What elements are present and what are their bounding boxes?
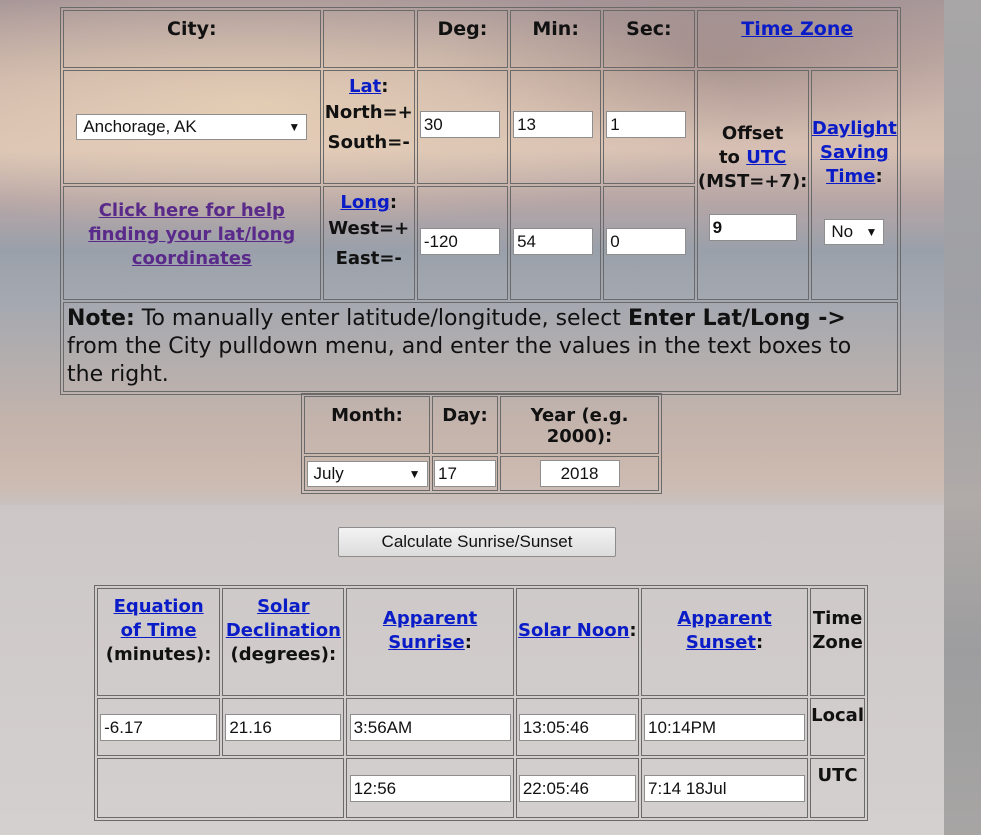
day-header: Day: [432,396,498,454]
lat-min-cell: 13 [510,70,602,184]
sec-header: Sec: [603,10,695,68]
year-input[interactable]: 2018 [539,460,620,487]
min-header: Min: [510,10,602,68]
month-header: Month: [304,396,430,454]
location-table: City: Deg: Min: Sec: Time Zone Anchorage… [60,7,901,395]
sunrise-utc-cell: 12:56 [346,758,514,818]
sunrise-local-output[interactable]: 3:56AM [349,713,511,741]
sunrise-header: Apparent Sunrise: [346,588,514,696]
timezone-col-header: Time Zone [810,588,865,696]
help-cell: Click here for help finding your lat/lon… [63,186,321,300]
saving-link[interactable]: Saving [820,142,889,163]
eot-header: Equation of Time (minutes): [97,588,221,696]
timezone-header: Time Zone [696,10,898,68]
offset-input[interactable]: 9 [708,213,797,241]
lat-min-input[interactable]: 13 [513,111,594,138]
city-header: City: [63,10,321,68]
dropdown-arrow-icon: ▼ [865,225,878,239]
daylight-link[interactable]: Daylight [812,118,897,139]
utc-link[interactable]: UTC [746,147,786,168]
noon-utc-cell: 22:05:46 [515,758,639,818]
lat-deg-input[interactable]: 30 [419,111,500,138]
declination-output[interactable]: 21.16 [225,713,342,741]
results-table: Equation of Time (minutes): Solar Declina… [94,585,868,821]
long-sec-cell: 0 [603,186,695,300]
lat-link[interactable]: Lat [349,76,381,97]
solar-noon-header: Solar Noon: [515,588,639,696]
sunrise-local-cell: 3:56AM [346,698,514,756]
calculate-button[interactable]: Calculate Sunrise/Sunset [338,527,616,557]
decl-local-cell: 21.16 [222,698,345,756]
city-cell: Anchorage, AK ▼ [63,70,321,184]
sunset-utc-output[interactable]: 7:14 18Jul [644,774,806,802]
lat-sec-cell: 1 [603,70,695,184]
noon-local-cell: 13:05:46 [515,698,639,756]
time-zone-link[interactable]: Time Zone [741,18,853,40]
sunrise-utc-output[interactable]: 12:56 [349,774,511,802]
right-background-strip [944,0,981,835]
city-select[interactable]: Anchorage, AK ▼ [76,114,308,140]
declination-header: Solar Declination (degrees): [222,588,345,696]
sunset-utc-cell: 7:14 18Jul [640,758,809,818]
utc-empty-cell [97,758,345,818]
solar-noon-link[interactable]: Solar Noon [518,620,629,641]
utc-label-cell: UTC [810,758,865,818]
long-deg-input[interactable]: -120 [419,228,500,255]
year-cell: 2018 [500,456,659,491]
time-link[interactable]: Time [826,166,875,187]
lat-deg-cell: 30 [416,70,509,184]
lat-sec-input[interactable]: 1 [606,111,687,138]
long-deg-cell: -120 [416,186,509,300]
lat-label-cell: Lat: North=+ South=- [322,70,415,184]
equation-of-time-link[interactable]: Equation of Time [114,596,204,641]
month-select[interactable]: July ▼ [306,460,428,487]
lat-long-help-link[interactable]: Click here for help finding your lat/lon… [64,199,320,271]
sunset-header: Apparent Sunset: [640,588,809,696]
month-cell: July ▼ [304,456,430,491]
local-label-cell: Local [810,698,865,756]
empty-header-cell [322,10,415,68]
note-cell: Note: To manually enter latitude/longitu… [63,302,898,392]
apparent-sunrise-link[interactable]: Apparent Sunrise [383,608,477,653]
deg-header: Deg: [416,10,509,68]
eot-local-cell: -6.17 [97,698,221,756]
long-link[interactable]: Long [340,192,390,213]
dst-cell: Daylight Saving Time: No ▼ [810,70,898,300]
sunset-local-output[interactable]: 10:14PM [644,713,806,741]
dropdown-arrow-icon: ▼ [288,120,301,134]
long-sec-input[interactable]: 0 [606,228,687,255]
day-cell: 17 [432,456,498,491]
long-min-cell: 54 [510,186,602,300]
date-table: Month: Day: Year (e.g. 2000): July ▼ 17 2… [301,393,662,494]
sunset-local-cell: 10:14PM [640,698,809,756]
year-header: Year (e.g. 2000): [500,396,659,454]
dropdown-arrow-icon: ▼ [408,466,421,481]
long-min-input[interactable]: 54 [513,228,594,255]
eot-output[interactable]: -6.17 [100,713,218,741]
offset-cell: Offset to UTC (MST=+7): 9 [696,70,809,300]
solar-declination-link[interactable]: Solar Declination [226,596,341,641]
noon-utc-output[interactable]: 22:05:46 [518,774,636,802]
day-input[interactable]: 17 [434,460,496,487]
noon-local-output[interactable]: 13:05:46 [518,713,636,741]
long-label-cell: Long: West=+ East=- [322,186,415,300]
dst-select[interactable]: No ▼ [824,219,885,245]
